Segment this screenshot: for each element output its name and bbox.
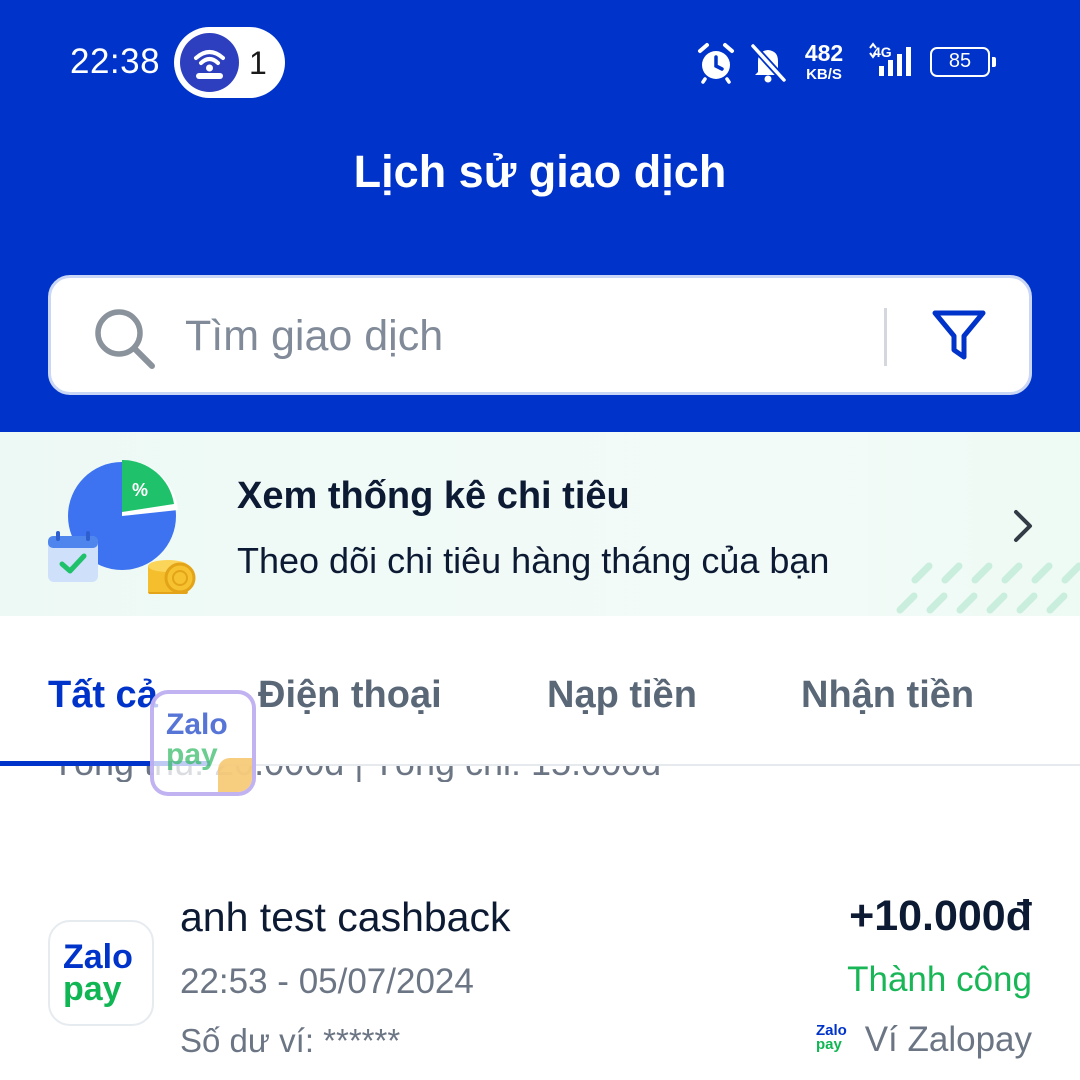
transaction-amount: +10.000đ <box>849 892 1032 940</box>
bell-muted-icon <box>749 42 788 84</box>
payment-source-label: Ví Zalopay <box>864 1020 1032 1059</box>
filter-button[interactable] <box>921 303 997 369</box>
pie-chart-illustration-icon: % <box>40 454 200 599</box>
floating-logo-line1: Zalo <box>166 708 228 741</box>
header: 22:38 1 4G 482 KB/S 85 Lịch sử giao dịch… <box>0 0 1080 432</box>
wallet-balance: Số dư ví: ****** <box>180 1022 401 1059</box>
zalopay-logo-icon: Zalo pay <box>48 920 154 1026</box>
payment-source: Zalo pay Ví Zalopay <box>816 1020 1032 1064</box>
tab-top-up[interactable]: Nạp tiền <box>547 674 697 717</box>
network-speed: 482 KB/S <box>801 40 847 83</box>
mini-logo-pay: pay <box>816 1036 842 1053</box>
tab-all[interactable]: Tất cả <box>48 674 158 717</box>
floating-zalopay-logo[interactable]: Zalo pay <box>150 690 256 796</box>
floating-logo-line2: pay <box>166 738 218 771</box>
spending-stats-banner[interactable]: % Xem thống kê chi tiêu Theo dõi chi tiê… <box>0 432 1080 616</box>
transaction-item[interactable]: Zalo pay anh test cashback 22:53 - 05/07… <box>0 880 1080 1080</box>
battery-level: 85 <box>948 50 972 72</box>
search-bar <box>48 275 1032 395</box>
hotspot-count: 1 <box>249 45 267 81</box>
floating-logo-corner <box>218 758 252 792</box>
banner-subtitle: Theo dõi chi tiêu hàng tháng của bạn <box>237 540 830 581</box>
alarm-icon <box>698 43 734 84</box>
logo-text-pay: pay <box>63 970 122 1008</box>
search-divider <box>884 308 887 366</box>
svg-text:%: % <box>132 480 148 500</box>
transaction-status: Thành công <box>847 960 1032 999</box>
hotspot-icon <box>180 33 239 92</box>
status-time: 22:38 <box>70 42 161 81</box>
hotspot-indicator[interactable]: 1 <box>174 27 285 98</box>
page-title: Lịch sử giao dịch <box>353 146 727 197</box>
signal-icon: 4G <box>869 42 911 76</box>
tab-phone[interactable]: Điện thoại <box>258 674 442 717</box>
search-icon <box>89 303 159 378</box>
search-input[interactable] <box>183 302 867 370</box>
network-speed-unit: KB/S <box>806 66 842 83</box>
decorative-stripes <box>890 550 1080 616</box>
transaction-name: anh test cashback <box>180 894 511 940</box>
status-bar: 22:38 1 4G 482 KB/S 85 <box>0 0 1080 125</box>
transaction-time: 22:53 - 05/07/2024 <box>180 962 474 1001</box>
tab-receive-money[interactable]: Nhận tiền <box>801 674 974 717</box>
banner-title: Xem thống kê chi tiêu <box>237 475 630 517</box>
chevron-right-icon <box>1006 506 1040 551</box>
zalopay-mini-icon: Zalo pay <box>816 1023 856 1053</box>
network-speed-value: 482 <box>804 40 844 66</box>
filter-icon <box>932 310 986 360</box>
battery-icon: 85 <box>930 47 996 77</box>
